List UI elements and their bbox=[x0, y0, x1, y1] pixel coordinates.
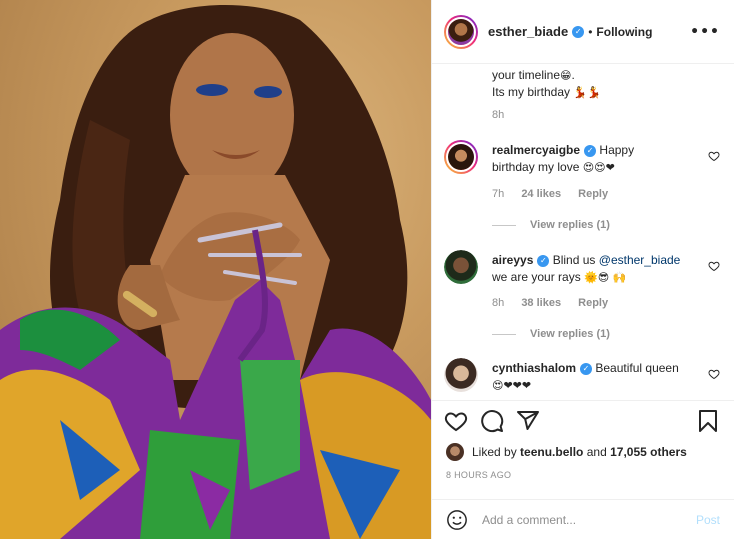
comment-icon[interactable] bbox=[480, 409, 504, 433]
replies-line bbox=[492, 333, 516, 335]
comment-text: cynthiashalom ✓ Beautiful queen 😍❤❤❤ bbox=[492, 360, 692, 394]
view-replies-label[interactable]: View replies (1) bbox=[530, 219, 610, 231]
mention-link[interactable]: @esther_biade bbox=[599, 253, 681, 267]
comment-emojis: 😍😍❤ bbox=[582, 161, 615, 174]
comment-like-icon[interactable] bbox=[708, 260, 720, 272]
comment-time[interactable]: 8h bbox=[492, 297, 504, 309]
caption-line1: your timeline bbox=[492, 68, 561, 82]
reply-button[interactable]: Reply bbox=[578, 188, 608, 200]
post-button[interactable]: Post bbox=[696, 513, 720, 527]
commenter-avatar[interactable] bbox=[444, 140, 478, 174]
share-icon[interactable] bbox=[516, 409, 540, 433]
comment-emojis: 😍❤❤❤ bbox=[492, 379, 532, 392]
comment-text-part: birthday my love bbox=[492, 160, 580, 174]
comment-item: aireyys ✓ Blind us @esther_biade we are y… bbox=[444, 250, 720, 345]
action-icons bbox=[444, 409, 720, 435]
caption-time[interactable]: 8h bbox=[492, 109, 504, 121]
comment-text-part: Happy bbox=[599, 143, 635, 157]
author-username[interactable]: esther_biade bbox=[488, 24, 568, 39]
commenter-username[interactable]: aireyys bbox=[492, 253, 533, 267]
comment-time[interactable]: 7h bbox=[492, 188, 504, 200]
comment-likes[interactable]: 38 likes bbox=[521, 297, 561, 309]
commenter-username[interactable]: cynthiashalom bbox=[492, 361, 576, 375]
liked-by-user[interactable]: teenu.bello bbox=[520, 445, 583, 459]
post-photo-illustration bbox=[0, 5, 431, 539]
comments-list[interactable]: your timeline😁. Its my birthday 💃💃 8h re… bbox=[432, 65, 734, 400]
view-replies-label[interactable]: View replies (1) bbox=[530, 328, 610, 340]
caption-emoji: 😁 bbox=[560, 69, 572, 82]
post-timestamp[interactable]: 8 HOURS AGO bbox=[446, 470, 511, 480]
liked-by-others[interactable]: 17,055 others bbox=[610, 445, 687, 459]
following-button[interactable]: Following bbox=[596, 25, 652, 39]
more-icon[interactable]: ••• bbox=[690, 24, 720, 40]
verified-badge-icon: ✓ bbox=[572, 25, 585, 38]
comment-item: realmercyaigbe ✓ Happy birthday my love 😍… bbox=[444, 140, 720, 235]
likes-summary: Liked by teenu.bello and 17,055 others bbox=[446, 443, 687, 461]
post-view: esther_biade ✓ • Following ••• your time… bbox=[0, 0, 734, 539]
view-replies[interactable]: View replies (1) bbox=[492, 328, 610, 340]
heart-icon[interactable] bbox=[444, 409, 468, 433]
comment-text-part: we are your rays bbox=[492, 270, 581, 284]
comment-text: realmercyaigbe ✓ Happy birthday my love 😍… bbox=[492, 142, 692, 176]
comment-meta: 7h 24 likes Reply bbox=[492, 188, 622, 200]
commenter-username[interactable]: realmercyaigbe bbox=[492, 143, 580, 157]
post-panel: esther_biade ✓ • Following ••• your time… bbox=[431, 0, 734, 539]
comment-likes[interactable]: 24 likes bbox=[521, 188, 561, 200]
verified-badge-icon: ✓ bbox=[537, 254, 550, 267]
verified-badge-icon: ✓ bbox=[580, 362, 593, 375]
commenter-avatar[interactable] bbox=[444, 250, 478, 284]
comment-input[interactable] bbox=[482, 512, 696, 527]
reply-button[interactable]: Reply bbox=[578, 297, 608, 309]
comment-item: cynthiashalom ✓ Beautiful queen 😍❤❤❤ bbox=[444, 358, 720, 400]
post-header: esther_biade ✓ • Following ••• bbox=[432, 0, 734, 64]
verified-badge-icon: ✓ bbox=[584, 144, 597, 157]
comment-text-part: Blind us bbox=[552, 253, 596, 267]
post-photo[interactable] bbox=[0, 0, 431, 539]
view-replies[interactable]: View replies (1) bbox=[492, 219, 610, 231]
bookmark-icon[interactable] bbox=[696, 409, 720, 433]
comment-like-icon[interactable] bbox=[708, 368, 720, 380]
comment-text-part: Beautiful queen bbox=[595, 361, 679, 375]
add-comment-bar: Post bbox=[432, 499, 734, 539]
comment-like-icon[interactable] bbox=[708, 150, 720, 162]
caption-emoji-2: 💃💃 bbox=[573, 86, 601, 99]
liked-by-prefix: Liked by bbox=[472, 445, 517, 459]
commenter-avatar[interactable] bbox=[444, 358, 478, 392]
author-avatar[interactable] bbox=[444, 14, 478, 49]
caption-line2: Its my birthday bbox=[492, 85, 571, 99]
comment-text: aireyys ✓ Blind us @esther_biade we are y… bbox=[492, 252, 692, 286]
smile-icon[interactable] bbox=[446, 509, 468, 531]
comment-emojis: 🌞😎 🙌 bbox=[584, 271, 627, 284]
separator-dot: • bbox=[588, 24, 593, 39]
caption-text: your timeline😁. Its my birthday 💃💃 bbox=[492, 67, 601, 101]
liked-by-and: and bbox=[586, 445, 607, 459]
post-actions: Liked by teenu.bello and 17,055 others 8… bbox=[432, 400, 734, 539]
liker-avatar[interactable] bbox=[446, 443, 464, 461]
caption-line1-end: . bbox=[571, 68, 575, 82]
replies-line bbox=[492, 224, 516, 226]
comment-meta: 8h 38 likes Reply bbox=[492, 297, 622, 309]
